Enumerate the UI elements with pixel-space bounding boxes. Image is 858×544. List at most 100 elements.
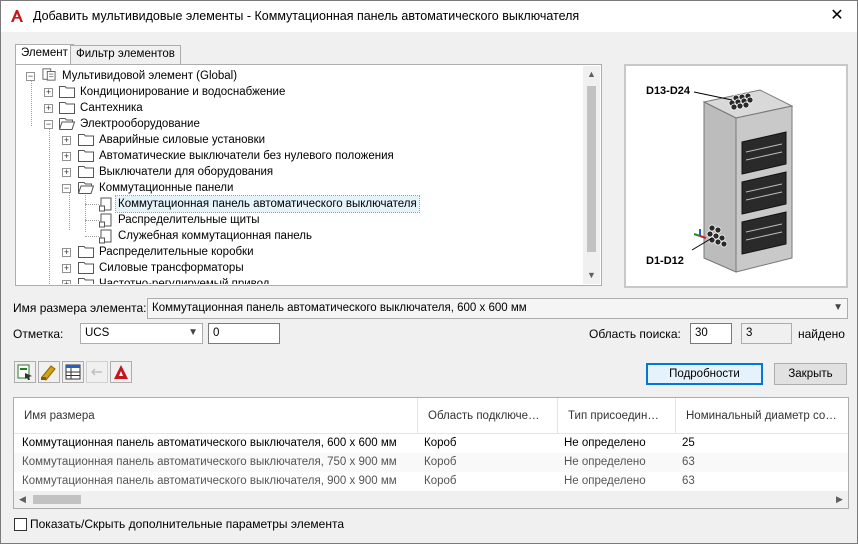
open-folder-icon bbox=[59, 118, 75, 130]
scroll-thumb[interactable] bbox=[587, 86, 596, 252]
expand-toggle-icon[interactable]: + bbox=[62, 280, 71, 284]
collapse-toggle-icon[interactable]: − bbox=[62, 184, 71, 193]
autocad-catalog-button[interactable] bbox=[110, 361, 132, 383]
tab-element-filter[interactable]: Фильтр элементов bbox=[70, 45, 181, 64]
details-button[interactable]: Подробности bbox=[646, 363, 763, 385]
table-cell: Коммутационная панель автоматического вы… bbox=[22, 456, 397, 468]
expand-toggle-icon[interactable]: + bbox=[62, 168, 71, 177]
table-cell: 25 bbox=[682, 437, 695, 449]
tree-vertical-scrollbar[interactable]: ▲ ▼ bbox=[583, 66, 600, 284]
tab-element[interactable]: Элемент bbox=[15, 44, 74, 65]
tree-item-label: Служебная коммутационная панель bbox=[118, 230, 313, 242]
table-cell: 63 bbox=[682, 456, 695, 468]
scroll-down-icon[interactable]: ▼ bbox=[583, 267, 600, 284]
folder-icon bbox=[78, 262, 94, 274]
table-horizontal-scrollbar[interactable]: ◀ ▶ bbox=[14, 491, 848, 508]
expand-toggle-icon[interactable]: + bbox=[62, 152, 71, 161]
disabled-tool-button[interactable] bbox=[86, 361, 108, 383]
tree-item-vfd[interactable]: + Частотно-регулируемый привод bbox=[17, 276, 577, 284]
expand-toggle-icon[interactable]: + bbox=[44, 88, 53, 97]
close-button[interactable]: Закрыть bbox=[774, 363, 847, 385]
ucs-value: UCS bbox=[85, 327, 110, 339]
tree-item-breakers[interactable]: + Автоматические выключатели без нулевог… bbox=[17, 148, 577, 164]
tree-item-electrical[interactable]: − Электрооборудование bbox=[17, 116, 577, 132]
table-row[interactable]: Коммутационная панель автоматического вы… bbox=[14, 434, 848, 453]
table-icon bbox=[65, 364, 81, 380]
column-header-nominal-diameter[interactable]: Номинальный диаметр со… bbox=[676, 398, 848, 434]
elevation-value: 0 bbox=[213, 327, 220, 339]
tree-item-junction-boxes[interactable]: + Распределительные коробки bbox=[17, 244, 577, 260]
title-bar: Добавить мультивидовые элементы - Коммут… bbox=[1, 1, 857, 32]
tree-root[interactable]: − Мультивидовой элемент (Global) bbox=[17, 68, 577, 84]
search-area-value: 30 bbox=[695, 327, 708, 339]
expand-toggle-icon[interactable]: + bbox=[62, 264, 71, 273]
tree-item-equipment-switches[interactable]: + Выключатели для оборудования bbox=[17, 164, 577, 180]
collapse-toggle-icon[interactable]: − bbox=[44, 120, 53, 129]
scroll-thumb[interactable] bbox=[33, 495, 81, 504]
folder-icon bbox=[78, 134, 94, 146]
disabled-arrow-icon bbox=[90, 368, 102, 376]
part-icon bbox=[99, 213, 112, 228]
tree-item-label: Кондиционирование и водоснабжение bbox=[80, 86, 286, 98]
table-row[interactable]: Коммутационная панель автоматического вы… bbox=[14, 472, 848, 491]
paintbrush-icon bbox=[41, 365, 56, 381]
tree-item-label: Распределительные коробки bbox=[99, 246, 254, 258]
folder-icon bbox=[59, 86, 75, 98]
tree-item-switchboards[interactable]: Распределительные щиты bbox=[17, 212, 577, 228]
tree-item-label: Распределительные щиты bbox=[118, 214, 260, 226]
table-cell: Не определено bbox=[564, 475, 646, 487]
tree-item-service-panel[interactable]: Служебная коммутационная панель bbox=[17, 228, 577, 244]
tree-item-label: Коммутационная панель автоматического вы… bbox=[115, 195, 420, 213]
table-cell: Не определено bbox=[564, 437, 646, 449]
tree-item-label: Аварийные силовые установки bbox=[99, 134, 266, 146]
table-row[interactable]: Коммутационная панель автоматического вы… bbox=[14, 453, 848, 472]
folder-icon bbox=[78, 246, 94, 258]
size-name-select[interactable]: Коммутационная панель автоматического вы… bbox=[147, 298, 848, 319]
sizes-table: Имя размера Область подключе… Тип присое… bbox=[13, 397, 849, 509]
expand-toggle-icon[interactable]: + bbox=[62, 248, 71, 257]
table-cell: Коммутационная панель автоматического вы… bbox=[22, 475, 397, 487]
tree-item-emergency-power[interactable]: + Аварийные силовые установки bbox=[17, 132, 577, 148]
collapse-toggle-icon[interactable]: − bbox=[26, 72, 35, 81]
scroll-up-icon[interactable]: ▲ bbox=[583, 66, 600, 83]
search-area-input[interactable]: 30 bbox=[690, 323, 732, 344]
found-count-value: 3 bbox=[746, 327, 753, 339]
found-label: найдено bbox=[798, 327, 845, 341]
panel-3d-preview-image: D13-D24 D1-D12 bbox=[646, 85, 794, 273]
match-properties-button[interactable] bbox=[38, 361, 60, 383]
expand-toggle-icon[interactable]: + bbox=[44, 104, 53, 113]
found-count-field: 3 bbox=[741, 323, 792, 344]
properties-table-button[interactable] bbox=[62, 361, 84, 383]
column-header-connection-domain[interactable]: Область подключе… bbox=[418, 398, 558, 434]
dialog-window: Добавить мультивидовые элементы - Коммут… bbox=[0, 0, 858, 544]
elevation-input[interactable]: 0 bbox=[208, 323, 280, 344]
scroll-left-icon[interactable]: ◀ bbox=[14, 491, 31, 508]
tree-item-label: Частотно-регулируемый привод bbox=[99, 278, 270, 284]
close-window-button[interactable]: ✕ bbox=[827, 6, 847, 26]
column-header-connection-type[interactable]: Тип присоедин… bbox=[558, 398, 676, 434]
ucs-select[interactable]: UCS ▼ bbox=[80, 323, 203, 344]
tree-item-breaker-panel[interactable]: Коммутационная панель автоматического вы… bbox=[17, 195, 577, 213]
table-header: Имя размера Область подключе… Тип присое… bbox=[14, 398, 848, 434]
autocad-logo-icon bbox=[11, 10, 23, 22]
tree-item-transformers[interactable]: + Силовые трансформаторы bbox=[17, 260, 577, 276]
size-name-label: Имя размера элемента: bbox=[13, 301, 147, 315]
search-area-label: Область поиска: bbox=[589, 327, 681, 341]
folder-icon bbox=[78, 278, 94, 284]
part-icon bbox=[99, 197, 112, 212]
expand-toggle-icon[interactable]: + bbox=[62, 136, 71, 145]
tree-item-hvac[interactable]: + Кондиционирование и водоснабжение bbox=[17, 84, 577, 100]
show-hide-params-checkbox[interactable] bbox=[14, 518, 27, 531]
open-folder-icon bbox=[78, 182, 94, 194]
scroll-right-icon[interactable]: ▶ bbox=[831, 491, 848, 508]
tree-item-label: Силовые трансформаторы bbox=[99, 262, 244, 274]
replace-element-button[interactable] bbox=[14, 361, 36, 383]
tree-item-plumbing[interactable]: + Сантехника bbox=[17, 100, 577, 116]
tree-item-panelboards[interactable]: − Коммутационные панели bbox=[17, 180, 577, 196]
size-name-value: Коммутационная панель автоматического вы… bbox=[152, 302, 527, 314]
chevron-down-icon: ▼ bbox=[833, 302, 843, 313]
folder-icon bbox=[78, 150, 94, 162]
column-header-size-name[interactable]: Имя размера bbox=[14, 398, 418, 434]
replace-icon bbox=[17, 364, 32, 380]
table-cell: Не определено bbox=[564, 456, 646, 468]
